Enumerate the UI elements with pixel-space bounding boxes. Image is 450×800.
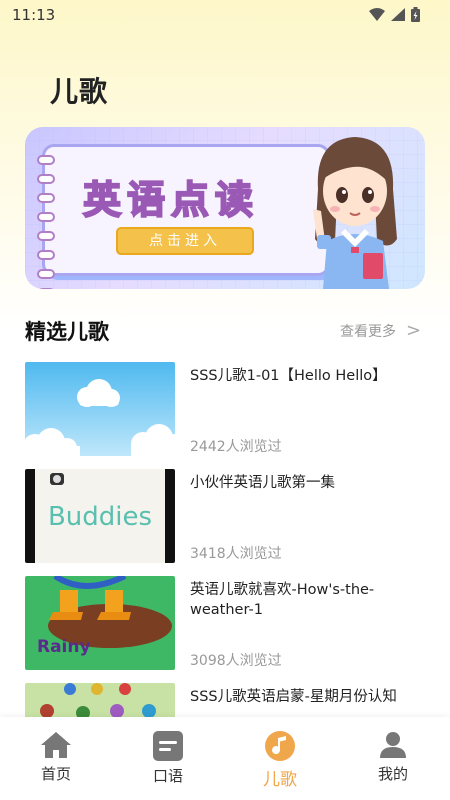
wifi-icon	[369, 8, 385, 21]
song-item[interactable]: Buddies 小伙伴英语儿歌第一集 3418人浏览过	[25, 469, 425, 563]
song-views: 3098人浏览过	[190, 653, 282, 669]
section-title: 精选儿歌	[25, 320, 109, 344]
rainy-thumb-text: Rainy	[37, 637, 91, 657]
nav-label-me: 我的	[377, 765, 408, 783]
chevron-right-icon: >	[406, 320, 422, 341]
music-note-icon	[265, 731, 295, 761]
song-views: 3418人浏览过	[190, 546, 282, 562]
nav-label-speaking: 口语	[152, 767, 183, 785]
notebook-rings	[37, 155, 55, 289]
song-thumbnail: Rainy	[25, 576, 175, 670]
battery-icon	[411, 7, 420, 22]
user-icon	[380, 732, 406, 758]
nav-item-home[interactable]: 首页	[21, 731, 91, 784]
banner-enter-button[interactable]: 点击进入	[116, 227, 254, 255]
nav-item-speaking[interactable]: 口语	[133, 731, 203, 786]
buddies-thumb-text: Buddies	[48, 502, 152, 532]
signal-icon	[391, 8, 405, 21]
status-icons	[369, 7, 420, 22]
song-thumbnail	[25, 683, 175, 717]
song-item[interactable]: Rainy 英语儿歌就喜欢-How's-the-weather-1 3098人浏…	[25, 576, 425, 670]
girl-illustration	[313, 137, 397, 289]
song-title: 英语儿歌就喜欢-How's-the-weather-1	[190, 582, 375, 618]
nav-label-songs: 儿歌	[263, 770, 297, 790]
nav-label-home: 首页	[40, 765, 71, 783]
nav-item-me[interactable]: 我的	[358, 731, 428, 784]
song-thumbnail: Buddies	[25, 469, 175, 563]
song-list: SSS儿歌1-01【Hello Hello】 2442人浏览过 Buddies …	[0, 362, 450, 717]
page-title: 儿歌	[50, 75, 109, 108]
song-thumbnail	[25, 362, 175, 456]
song-title: 小伙伴英语儿歌第一集	[190, 475, 335, 491]
banner-title: 英语点读	[82, 177, 260, 223]
notebook-card: 英语点读 点击进入	[37, 144, 330, 289]
song-item[interactable]: SSS儿歌1-01【Hello Hello】 2442人浏览过	[25, 362, 425, 456]
status-bar: 11:13	[0, 0, 450, 30]
nav-item-songs[interactable]: 儿歌	[245, 731, 315, 790]
view-more-link[interactable]: 查看更多 >	[340, 320, 421, 341]
home-icon	[41, 732, 71, 758]
song-title: SSS儿歌1-01【Hello Hello】	[190, 368, 387, 384]
song-title: SSS儿歌英语启蒙-星期月份认知	[190, 689, 397, 705]
view-more-label: 查看更多	[340, 323, 396, 340]
status-time: 11:13	[12, 6, 56, 24]
english-reading-banner[interactable]: 英语点读 点击进入	[25, 127, 425, 289]
speech-icon	[153, 731, 183, 761]
song-item[interactable]: SSS儿歌英语启蒙-星期月份认知	[25, 683, 425, 717]
song-views: 2442人浏览过	[190, 439, 282, 455]
bottom-nav: 首页 口语 儿歌 我的	[0, 717, 450, 800]
